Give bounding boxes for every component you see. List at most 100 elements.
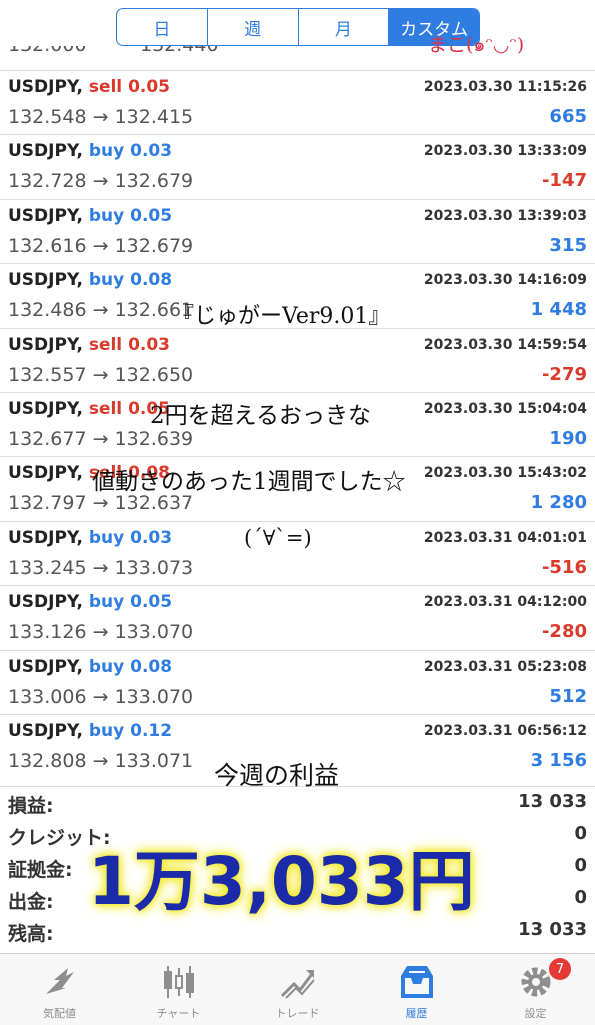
trade-symbol: USDJPY,: [8, 463, 83, 484]
trade-time: 2023.03.30 13:39:03: [423, 207, 587, 224]
tab-quotes[interactable]: 気配値: [0, 954, 119, 1025]
trade-symbol: USDJPY,: [8, 592, 83, 613]
trade-side: buy: [88, 205, 125, 226]
tab-chart[interactable]: チャート: [119, 954, 238, 1025]
trade-symbol-side: USDJPY, sell 0.05: [8, 77, 170, 97]
trade-lot: 0.05: [130, 592, 173, 613]
trade-symbol: USDJPY,: [8, 270, 83, 291]
trade-price: 133.126 → 133.070: [8, 621, 194, 644]
weekly-profit-value: 1万3,033円: [88, 843, 475, 920]
summary-key: 証拠金:: [8, 859, 73, 881]
tab-settings[interactable]: 設定: [476, 954, 595, 1025]
trade-side: buy: [88, 141, 125, 162]
summary-value: 13 033: [518, 791, 587, 812]
trade-symbol: USDJPY,: [8, 77, 83, 97]
summary-value: 0: [574, 887, 587, 908]
quotes-icon: [45, 968, 74, 994]
period-tab-week[interactable]: 週: [206, 9, 298, 45]
summary-key: 出金:: [8, 891, 54, 913]
trade-price: 132.616 → 132.679: [8, 234, 194, 257]
trade-time: 2023.03.30 14:16:09: [423, 272, 587, 289]
chart-icon: [163, 966, 194, 998]
history-icon: [400, 966, 433, 998]
trade-price: 133.245 → 133.073: [8, 556, 194, 579]
trade-row[interactable]: USDJPY, sell 0.03 2023.03.30 14:59:54 132.…: [0, 327, 595, 392]
trade-time: 2023.03.30 14:59:54: [423, 336, 587, 353]
trade-symbol-side: USDJPY, buy 0.12: [8, 721, 172, 741]
trade-price: 132.557 → 132.650: [8, 363, 194, 386]
trade-symbol-side: USDJPY, sell 0.03: [8, 335, 170, 355]
trade-price: 133.006 → 133.070: [8, 685, 194, 708]
trade-symbol: USDJPY,: [8, 527, 83, 548]
trade-lot: 0.08: [130, 270, 173, 291]
trade-profit: 315: [549, 234, 587, 256]
trade-time: 2023.03.30 13:33:09: [423, 143, 587, 160]
summary-value: 0: [574, 823, 587, 844]
trade-time: 2023.03.30 11:15:26: [423, 79, 587, 95]
partial-price-left: 132.000: [8, 46, 87, 56]
trade-time: 2023.03.31 06:56:12: [423, 722, 587, 739]
ea-name-annotation: 『じゅがーVer9.01』: [172, 304, 391, 329]
trade-time: 2023.03.30 15:43:02: [423, 465, 587, 482]
tab-label: トレード: [275, 1007, 320, 1020]
trade-side: buy: [88, 270, 125, 291]
partial-price-right: 132.440: [140, 46, 219, 56]
trade-side: sell: [88, 334, 123, 355]
trade-row[interactable]: USDJPY, sell 0.05 2023.03.30 11:15:26 132.…: [0, 70, 595, 134]
period-tab-day[interactable]: 日: [117, 9, 207, 45]
summary-key: 損益:: [8, 795, 54, 817]
trade-price: 132.677 → 132.639: [8, 427, 194, 450]
bottom-tab-bar: 気配値 チャート トレード 履歴 設定: [0, 953, 595, 1025]
trade-lot: 0.03: [128, 334, 171, 355]
trade-row[interactable]: USDJPY, buy 0.03 2023.03.30 13:33:09 132.7…: [0, 134, 595, 198]
trade-symbol-side: USDJPY, buy 0.03: [8, 528, 172, 548]
trade-profit: 1 448: [530, 299, 587, 321]
settings-notification-badge: 7: [549, 958, 571, 980]
comment-line-2: 値動きのあった1週間でした☆: [92, 469, 406, 495]
trade-lot: 0.12: [130, 720, 173, 741]
trade-price: 132.728 → 132.679: [8, 170, 194, 193]
trade-profit: -147: [541, 170, 587, 192]
trade-profit: 1 280: [530, 492, 587, 514]
trade-profit: -279: [541, 363, 587, 385]
trade-time: 2023.03.31 05:23:08: [423, 658, 587, 675]
trade-side: sell: [88, 77, 123, 97]
trade-icon: [280, 970, 315, 999]
tab-trade[interactable]: トレード: [238, 954, 357, 1025]
period-segmented-control: 日 週 月 カスタム: [116, 8, 480, 46]
trade-side: sell: [88, 398, 123, 419]
tab-label: 設定: [524, 1007, 547, 1020]
trade-side: buy: [88, 527, 125, 548]
trade-profit: 512: [549, 685, 587, 707]
tab-label: 履歴: [405, 1007, 428, 1020]
trade-time: 2023.03.31 04:12:00: [423, 594, 587, 611]
trade-lot: 0.08: [130, 656, 173, 677]
trade-row[interactable]: USDJPY, buy 0.05 2023.03.30 13:39:03 132.6…: [0, 198, 595, 263]
summary-value: 0: [574, 855, 587, 876]
trade-symbol: USDJPY,: [8, 205, 83, 226]
trade-lot: 0.03: [130, 527, 173, 548]
trade-side: buy: [88, 592, 125, 613]
trade-time: 2023.03.31 04:01:01: [423, 529, 587, 546]
trade-symbol: USDJPY,: [8, 141, 83, 162]
trade-time: 2023.03.30 15:04:04: [423, 400, 587, 417]
author-signature: まこ(๑ᵔ◡ᵔ): [428, 34, 525, 56]
trade-profit: 190: [549, 427, 587, 449]
trade-symbol: USDJPY,: [8, 656, 83, 677]
tab-history[interactable]: 履歴: [357, 954, 476, 1025]
trade-side: buy: [88, 656, 125, 677]
trade-lot: 0.03: [130, 141, 173, 162]
trade-row[interactable]: USDJPY, buy 0.05 2023.03.31 04:12:00 133.1…: [0, 585, 595, 649]
tab-label: 気配値: [43, 1007, 76, 1020]
trade-symbol-side: USDJPY, buy 0.08: [8, 657, 172, 677]
trade-row[interactable]: USDJPY, buy 0.08 2023.03.31 05:23:08 133.0…: [0, 649, 595, 714]
summary-key: 残高:: [8, 923, 54, 945]
trade-profit: 665: [549, 106, 587, 127]
trade-lot: 0.05: [128, 77, 171, 97]
trade-symbol: USDJPY,: [8, 720, 83, 741]
trade-symbol: USDJPY,: [8, 334, 83, 355]
period-tab-month[interactable]: 月: [297, 9, 389, 45]
trade-side: buy: [88, 720, 125, 741]
trade-price: 132.808 → 133.071: [8, 749, 194, 772]
emote-annotation: (´∀`=): [244, 526, 312, 550]
